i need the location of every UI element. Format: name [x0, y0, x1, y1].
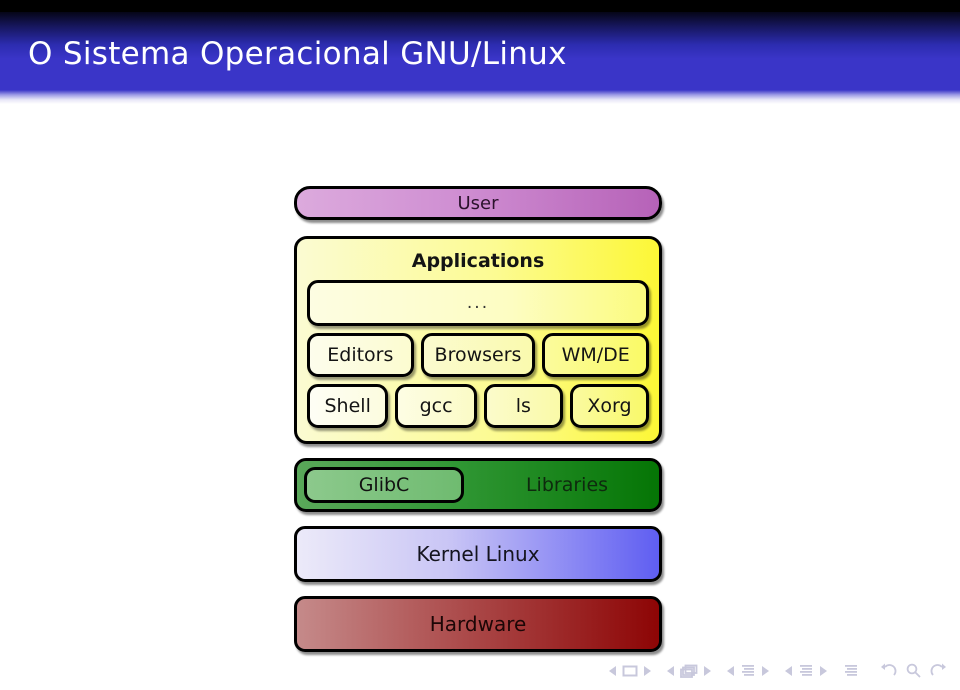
slide-header: O Sistema Operacional GNU/Linux [0, 0, 960, 104]
layer-hardware: Hardware [294, 596, 662, 652]
forward-arrow-icon[interactable] [929, 663, 946, 678]
document-icon[interactable] [843, 664, 859, 678]
nav-group-history[interactable] [881, 663, 946, 678]
app-cell-browsers-label: Browsers [434, 344, 522, 366]
library-cell-glibc-label: GlibC [358, 474, 410, 496]
app-cell-wmde-label: WM/DE [561, 344, 630, 366]
beamer-navigation-bar[interactable] [609, 663, 946, 678]
app-cell-gcc-label: gcc [419, 395, 453, 417]
os-layer-diagram: User Applications ... Editors Browsers W… [294, 186, 662, 652]
applications-placeholder-label: ... [466, 293, 490, 313]
app-cell-editors-label: Editors [327, 344, 394, 366]
top-black-strip [0, 0, 960, 12]
layer-user: User [294, 186, 662, 220]
applications-row-2: Shell gcc ls Xorg [307, 384, 649, 428]
app-cell-wmde: WM/DE [542, 333, 650, 377]
layer-applications: Applications ... Editors Browsers WM/DE … [294, 236, 662, 444]
library-cell-glibc: GlibC [304, 467, 464, 503]
layer-libraries-label: Libraries [525, 474, 609, 496]
layer-kernel: Kernel Linux [294, 526, 662, 582]
next-section-icon[interactable] [819, 665, 827, 676]
applications-row-1: Editors Browsers WM/DE [307, 333, 650, 377]
header-fade-strip [0, 90, 960, 104]
app-cell-xorg-label: Xorg [587, 395, 632, 417]
prev-frame-icon[interactable] [667, 665, 675, 676]
layer-user-label: User [457, 192, 499, 214]
app-cell-gcc: gcc [395, 384, 477, 428]
layer-kernel-label: Kernel Linux [416, 542, 540, 566]
next-subsection-icon[interactable] [761, 665, 769, 676]
layer-applications-label: Applications [411, 250, 545, 272]
section-icon[interactable] [798, 664, 814, 678]
applications-placeholder-box: ... [307, 280, 649, 326]
back-arrow-icon[interactable] [881, 663, 898, 678]
app-cell-browsers: Browsers [420, 333, 536, 377]
next-frame-icon[interactable] [703, 665, 711, 676]
search-icon[interactable] [906, 663, 921, 678]
app-cell-shell: Shell [307, 384, 389, 428]
prev-subsection-icon[interactable] [727, 665, 735, 676]
app-cell-ls-label: ls [515, 395, 531, 417]
prev-section-icon[interactable] [785, 665, 793, 676]
app-cell-shell-label: Shell [324, 395, 371, 417]
slide-icon[interactable] [622, 665, 638, 677]
prev-slide-icon[interactable] [609, 665, 617, 676]
app-cell-ls: ls [483, 384, 563, 428]
next-slide-icon[interactable] [643, 665, 651, 676]
nav-group-frame[interactable] [667, 664, 711, 678]
page-title: O Sistema Operacional GNU/Linux [28, 36, 567, 72]
app-cell-xorg: Xorg [569, 384, 649, 428]
nav-group-slide[interactable] [609, 665, 651, 677]
layer-libraries: GlibC Libraries [294, 458, 662, 512]
app-cell-editors: Editors [307, 333, 414, 377]
nav-group-subsection[interactable] [727, 664, 769, 678]
nav-group-section[interactable] [785, 664, 827, 678]
layer-hardware-label: Hardware [429, 612, 527, 636]
subsection-icon[interactable] [740, 664, 756, 678]
frame-icon[interactable] [680, 664, 698, 678]
